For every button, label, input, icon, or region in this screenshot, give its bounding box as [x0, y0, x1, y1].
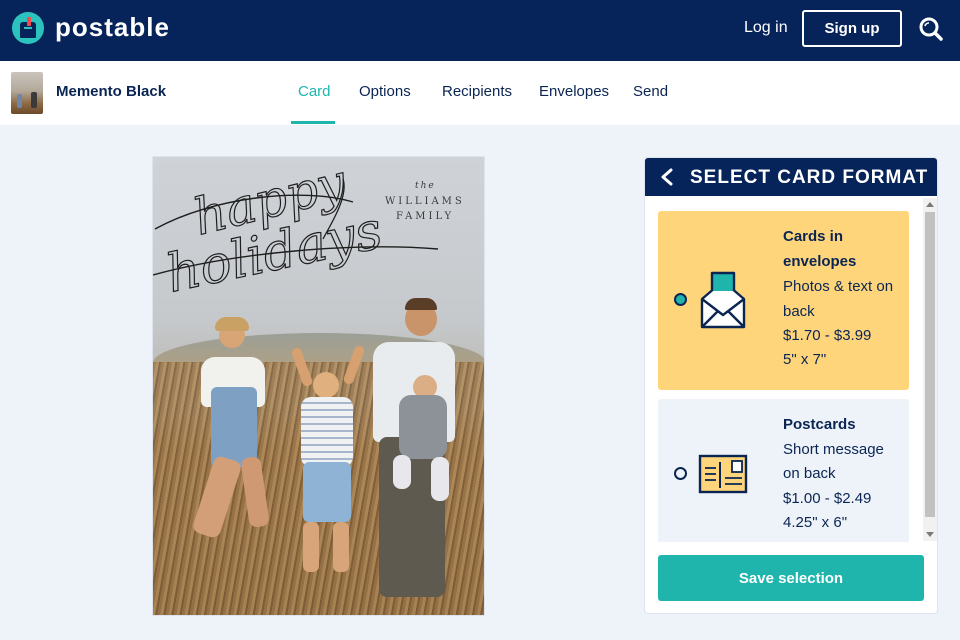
tab-envelopes[interactable]: Envelopes	[539, 83, 609, 100]
option-size: 5" x 7"	[783, 351, 827, 368]
tab-recipients[interactable]: Recipients	[442, 83, 512, 100]
tab-card[interactable]: Card	[298, 83, 331, 100]
option-desc-line-1: Short message	[783, 441, 884, 458]
brand-name[interactable]: postable	[55, 12, 170, 43]
search-icon[interactable]	[918, 16, 944, 42]
top-header: postable Log in Sign up	[0, 0, 960, 61]
card-greeting-art: happy holidays	[153, 157, 439, 305]
card-thumbnail	[11, 72, 43, 114]
step-navigation: Memento Black Card Options Recipients En…	[0, 61, 960, 125]
family-name: WILLIAMS	[385, 196, 465, 207]
card-format-panel: SELECT CARD FORMAT Cards in envelopes Ph…	[644, 157, 938, 614]
scroll-up-icon[interactable]	[926, 202, 934, 207]
tab-options[interactable]: Options	[359, 83, 411, 100]
option-price: $1.70 - $3.99	[783, 327, 872, 344]
family-the: the	[415, 181, 436, 191]
option-desc-line-1: Photos & text on	[783, 278, 894, 295]
scroll-down-icon[interactable]	[926, 532, 934, 537]
radio-cards-in-envelopes[interactable]	[674, 293, 687, 306]
postable-logo-icon[interactable]	[12, 12, 44, 44]
option-desc-line-2: back	[783, 303, 815, 320]
card-preview: happy holidays the WILLIAMS FAMILY	[152, 156, 485, 616]
envelope-icon	[698, 271, 748, 334]
option-cards-in-envelopes[interactable]: Cards in envelopes Photos & text on back…	[658, 211, 909, 390]
save-selection-button[interactable]: Save selection	[658, 555, 924, 601]
option-title-line-2: envelopes	[783, 253, 857, 270]
tab-send[interactable]: Send	[633, 83, 668, 100]
back-chevron-icon[interactable]	[659, 168, 675, 186]
option-price: $1.00 - $2.49	[783, 490, 872, 507]
option-desc-line-2: on back	[783, 465, 836, 482]
option-title-line-1: Cards in	[783, 228, 844, 245]
option-size: 4.25" x 6"	[783, 514, 848, 531]
scrollbar-thumb[interactable]	[925, 212, 935, 517]
login-link[interactable]: Log in	[744, 19, 788, 37]
panel-header: SELECT CARD FORMAT	[645, 158, 937, 196]
postcard-icon	[698, 454, 748, 499]
options-scrollbar[interactable]	[923, 198, 937, 541]
active-tab-indicator	[291, 121, 335, 124]
format-options-list: Cards in envelopes Photos & text on back…	[645, 196, 937, 542]
panel-title: SELECT CARD FORMAT	[690, 167, 929, 188]
option-title: Postcards	[783, 416, 856, 433]
product-name: Memento Black	[56, 83, 167, 100]
family-word: FAMILY	[396, 211, 455, 222]
option-postcards[interactable]: Postcards Short message on back $1.00 - …	[658, 399, 909, 542]
radio-postcards[interactable]	[674, 467, 687, 480]
signup-button[interactable]: Sign up	[802, 10, 902, 47]
